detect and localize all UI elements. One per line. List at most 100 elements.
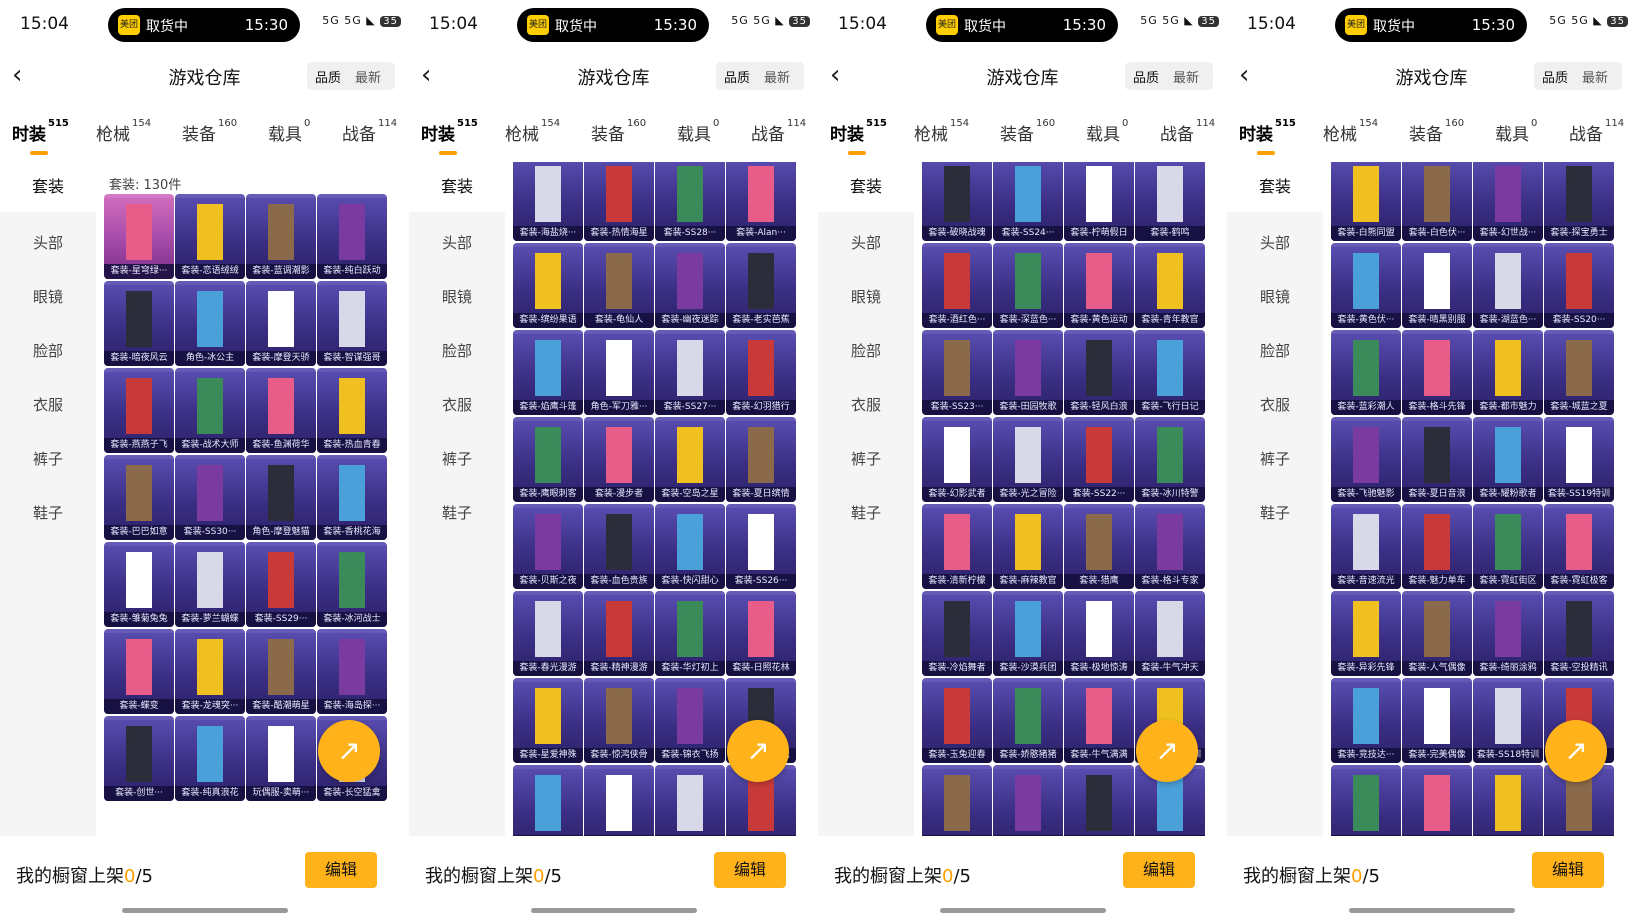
sidebar-item[interactable]: 套装: [818, 162, 914, 212]
outfit-card[interactable]: 套装-空投精讯: [1544, 591, 1614, 676]
tab-3[interactable]: 载具0: [268, 118, 310, 145]
outfit-card[interactable]: 套装-耀粉歌者: [1473, 417, 1543, 502]
outfit-card[interactable]: 套装-燕燕子飞: [104, 368, 174, 453]
outfit-card[interactable]: 套装-猎鹰: [1064, 504, 1134, 589]
outfit-card[interactable]: 套装-蓝彩潮人: [1331, 330, 1401, 415]
sidebar-item[interactable]: 裤子: [409, 448, 505, 469]
outfit-card[interactable]: 套装-热血青春: [317, 368, 387, 453]
outfit-card[interactable]: 套装-鹰眼刺客: [513, 417, 583, 502]
tab-0[interactable]: 时装515: [12, 118, 69, 155]
sidebar-item[interactable]: 眼镜: [409, 286, 505, 307]
outfit-card[interactable]: 玩偶服-卖萌···: [246, 716, 316, 801]
outfit-card[interactable]: 套装-霓虹街区: [1473, 504, 1543, 589]
edit-button[interactable]: 编辑: [714, 852, 786, 888]
outfit-card[interactable]: 套装-精神漫游: [584, 591, 654, 676]
outfit-card[interactable]: 套装-灼焰舞者: [1402, 765, 1472, 836]
outfit-card[interactable]: 套装-SS23···: [922, 330, 992, 415]
sidebar-item[interactable]: 鞋子: [818, 502, 914, 523]
outfit-card[interactable]: 套装-贝斯之夜: [513, 504, 583, 589]
outfit-card[interactable]: 套装-焰鹰斗篷: [513, 330, 583, 415]
share-fab-icon[interactable]: ↗: [727, 720, 789, 782]
order-status-pill[interactable]: 美团 取货中 15:30: [108, 8, 300, 42]
outfit-card[interactable]: 套装-星爱神殊: [513, 678, 583, 763]
outfit-card[interactable]: 套装-Alan···: [726, 162, 796, 241]
tab-4[interactable]: 战备114: [342, 118, 397, 145]
outfit-card[interactable]: 套装-蝶变: [104, 629, 174, 714]
outfit-card[interactable]: 套装-都市魅力: [1473, 330, 1543, 415]
outfit-card[interactable]: 套装-空岛之星: [655, 417, 725, 502]
sort-quality[interactable]: 品质: [1133, 67, 1159, 86]
share-fab-icon[interactable]: ↗: [1545, 720, 1607, 782]
outfit-card[interactable]: 套装-人气偶像: [1402, 591, 1472, 676]
outfit-card[interactable]: 套装-缤纷果语: [513, 243, 583, 328]
outfit-card[interactable]: 套装-鹤鸣: [1135, 162, 1205, 241]
outfit-card[interactable]: 套装-飞行日记: [1135, 330, 1205, 415]
edit-button[interactable]: 编辑: [1123, 852, 1195, 888]
outfit-card[interactable]: 套装-夏日缤情: [726, 417, 796, 502]
outfit-card[interactable]: 套装-魅力单车: [1402, 504, 1472, 589]
sidebar-item[interactable]: 套装: [409, 162, 505, 212]
outfit-card[interactable]: 套装-完美偶像: [1402, 678, 1472, 763]
sidebar-item[interactable]: 眼镜: [0, 286, 96, 307]
tab-2[interactable]: 装备160: [1409, 118, 1464, 145]
outfit-card[interactable]: 套装-麻辣教官: [993, 504, 1063, 589]
outfit-card[interactable]: 套装-光之冒险: [993, 417, 1063, 502]
outfit-card[interactable]: 套装-白熊同盟: [1331, 162, 1401, 241]
outfit-card[interactable]: 套装-湖蓝色···: [1473, 243, 1543, 328]
sidebar-item[interactable]: 头部: [409, 232, 505, 253]
sort-newest[interactable]: 最新: [1582, 67, 1608, 86]
outfit-card[interactable]: 套装-SS18特训: [1473, 678, 1543, 763]
sidebar-item[interactable]: 脸部: [0, 340, 96, 361]
outfit-card[interactable]: 套装-日照花林: [726, 591, 796, 676]
outfit-card[interactable]: 套装-城蓝之夏: [1544, 330, 1614, 415]
sort-toggle[interactable]: 品质 最新: [1534, 62, 1622, 90]
outfit-card[interactable]: 套装-纯白跃动: [317, 194, 387, 279]
outfit-card[interactable]: 套装-清新柠檬: [922, 504, 992, 589]
tab-1[interactable]: 枪械154: [914, 118, 969, 145]
sidebar-item[interactable]: 头部: [1227, 232, 1323, 253]
outfit-card[interactable]: 套装-龟仙人: [584, 243, 654, 328]
sidebar-item[interactable]: 眼镜: [1227, 286, 1323, 307]
outfit-card[interactable]: 套装-轻风白浪: [1064, 330, 1134, 415]
sort-newest[interactable]: 最新: [355, 67, 381, 86]
outfit-card[interactable]: 套装-SS20···: [1544, 243, 1614, 328]
outfit-card[interactable]: 套装-幻世战···: [1473, 162, 1543, 241]
outfit-card[interactable]: 角色-冰公主: [175, 281, 245, 366]
tab-2[interactable]: 装备160: [1000, 118, 1055, 145]
outfit-card[interactable]: 套装-柠萌假日: [1064, 162, 1134, 241]
outfit-card[interactable]: 套装-漫步者: [584, 417, 654, 502]
outfit-card[interactable]: 套装-摩登天骄: [246, 281, 316, 366]
outfit-card[interactable]: 角色-军刀雅···: [584, 330, 654, 415]
outfit-card[interactable]: 套装-海岛探···: [317, 629, 387, 714]
outfit-card[interactable]: 套装-纯真浪花: [175, 716, 245, 801]
edit-button[interactable]: 编辑: [1532, 852, 1604, 888]
tab-0[interactable]: 时装515: [830, 118, 887, 155]
outfit-card[interactable]: 套装-幻影武者: [922, 417, 992, 502]
outfit-card[interactable]: 角色-摩登魅猫: [246, 455, 316, 540]
outfit-card[interactable]: 套装-雏菊兔兔: [104, 542, 174, 627]
tab-0[interactable]: 时装515: [1239, 118, 1296, 155]
outfit-card[interactable]: 套装-玉兔迎春: [922, 678, 992, 763]
outfit-card[interactable]: 套装-萌趣咩咩: [922, 765, 992, 836]
outfit-card[interactable]: 套装-海盐烧···: [513, 162, 583, 241]
sort-toggle[interactable]: 品质 最新: [307, 62, 395, 90]
tab-3[interactable]: 载具0: [1495, 118, 1537, 145]
sidebar-item[interactable]: 脸部: [1227, 340, 1323, 361]
share-fab-icon[interactable]: ↗: [1136, 720, 1198, 782]
outfit-card[interactable]: 套装-竞技名士: [584, 765, 654, 836]
edit-button[interactable]: 编辑: [305, 852, 377, 888]
sort-newest[interactable]: 最新: [1173, 67, 1199, 86]
outfit-card[interactable]: 套装-锦衣飞扬: [655, 678, 725, 763]
outfit-card[interactable]: 套装-沙漠兵团: [993, 591, 1063, 676]
outfit-card[interactable]: 套装-极地惊涛: [1064, 591, 1134, 676]
outfit-card[interactable]: 套装-竞技达···: [1331, 678, 1401, 763]
sidebar-item[interactable]: 鞋子: [409, 502, 505, 523]
outfit-card[interactable]: 套装-酒红色···: [922, 243, 992, 328]
sidebar-item[interactable]: 衣服: [818, 394, 914, 415]
tab-3[interactable]: 载具0: [677, 118, 719, 145]
outfit-card[interactable]: 套装-血色贵族: [584, 504, 654, 589]
sidebar-item[interactable]: 套装: [1227, 162, 1323, 212]
outfit-card[interactable]: 套装-幻羽猎行: [726, 330, 796, 415]
outfit-card[interactable]: 套装-白色伏···: [1402, 162, 1472, 241]
outfit-card[interactable]: 套装-探宝勇士: [1544, 162, 1614, 241]
